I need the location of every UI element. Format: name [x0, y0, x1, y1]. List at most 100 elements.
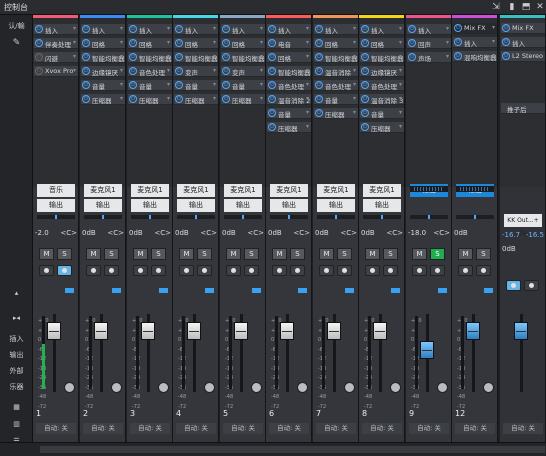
expand-icon[interactable]: ▸◂: [2, 312, 31, 325]
fader-handle[interactable]: [373, 322, 387, 340]
fader-handle[interactable]: [466, 322, 480, 340]
insert-slot[interactable]: ⏻ 音量 ▾: [221, 80, 265, 91]
output-select[interactable]: 输出: [317, 199, 355, 212]
insert-slot[interactable]: ⏻ 音色处理 ▾: [267, 80, 311, 91]
monitor-button[interactable]: [430, 265, 445, 276]
fader-handle[interactable]: [141, 322, 155, 340]
power-icon[interactable]: ⏻: [82, 95, 90, 103]
insert-slot[interactable]: ⏻ 压缩器 ▾: [174, 94, 218, 105]
solo-button[interactable]: S: [197, 248, 212, 260]
power-icon[interactable]: ⏻: [82, 67, 90, 75]
volume-value[interactable]: 0dB: [502, 245, 516, 253]
power-icon[interactable]: ⏻: [408, 25, 416, 33]
solo-button[interactable]: S: [337, 248, 352, 260]
monitor-button[interactable]: [244, 265, 259, 276]
channel-name[interactable]: 麦克风1: [177, 184, 215, 197]
volume-value[interactable]: -2.0: [35, 229, 49, 237]
bars-icon[interactable]: ▥: [2, 418, 31, 431]
insert-slot[interactable]: ⏻ 回格 ▾: [174, 38, 218, 49]
insert-slot[interactable]: ⏻ 回声 ▾: [407, 38, 451, 49]
fader-handle[interactable]: [94, 322, 108, 340]
power-icon[interactable]: ⏻: [268, 67, 276, 75]
record-button[interactable]: [179, 265, 194, 276]
power-icon[interactable]: ⏻: [82, 53, 90, 61]
insert-slot[interactable]: ⏻ 插入 ▾: [314, 24, 358, 35]
pan-value[interactable]: <C>: [60, 229, 77, 237]
pan-bar[interactable]: [270, 215, 308, 219]
automation-button[interactable]: 自动: 关: [316, 423, 356, 434]
collapse-icon[interactable]: ⇲: [490, 1, 502, 13]
scrollbar-thumb[interactable]: [40, 446, 545, 453]
insert-slot[interactable]: ⏻ 压缩器 ▾: [221, 94, 265, 105]
insert-slot[interactable]: ⏻ 回格 ▾: [267, 52, 311, 63]
power-icon[interactable]: ⏻: [82, 25, 90, 33]
automation-button[interactable]: 自动: 关: [130, 423, 170, 434]
maximize-icon[interactable]: ⬒: [520, 1, 532, 13]
pan-value[interactable]: <C>: [340, 229, 357, 237]
pan-value[interactable]: <C>: [107, 229, 124, 237]
solo-button[interactable]: S: [383, 248, 398, 260]
post-fader-button[interactable]: 推子后: [501, 103, 545, 114]
power-icon[interactable]: ⏻: [222, 25, 230, 33]
power-icon[interactable]: ⏻: [129, 81, 137, 89]
insert-slot[interactable]: ⏻ 插入 ▾: [81, 24, 125, 35]
power-icon[interactable]: ⏻: [175, 25, 183, 33]
volume-value[interactable]: 0dB: [268, 229, 282, 237]
pan-bar[interactable]: [84, 215, 122, 219]
pan-bar[interactable]: [177, 215, 215, 219]
channel-name[interactable]: 麦克风1: [131, 184, 169, 197]
send-knob[interactable]: [158, 382, 169, 393]
pan-value[interactable]: <C>: [154, 229, 171, 237]
monitor-button[interactable]: [104, 265, 119, 276]
channel-name[interactable]: 麦克风1: [363, 184, 401, 197]
power-icon[interactable]: ⏻: [268, 25, 276, 33]
insert-slot[interactable]: ⏻ 温音消除 2 ▾: [267, 94, 311, 105]
insert-slot[interactable]: ⏻ Mix FX: [501, 23, 545, 34]
input-label[interactable]: 认/輸: [2, 20, 31, 33]
power-icon[interactable]: ⏻: [222, 67, 230, 75]
power-icon[interactable]: ⏻: [361, 67, 369, 75]
monitor-button[interactable]: [337, 265, 352, 276]
fader-handle[interactable]: [280, 322, 294, 340]
mute-button[interactable]: M: [412, 248, 427, 260]
power-icon[interactable]: ⏻: [454, 52, 462, 60]
fader-handle[interactable]: [187, 322, 201, 340]
fader-handle[interactable]: [420, 341, 434, 359]
insert-slot[interactable]: ⏻ 压缩器 ▾: [267, 122, 311, 133]
power-icon[interactable]: ⏻: [129, 25, 137, 33]
channel-name[interactable]: 麦克风1: [84, 184, 122, 197]
solo-button[interactable]: S: [57, 248, 72, 260]
pan-bar[interactable]: [363, 215, 401, 219]
insert-slot[interactable]: ⏻ 插入 ▾: [128, 24, 172, 35]
record-button[interactable]: [133, 265, 148, 276]
insert-slot[interactable]: ⏻ 压缩器 ▾: [81, 94, 125, 105]
insert-slot[interactable]: ⏻ 音量 ▾: [267, 108, 311, 119]
mute-button[interactable]: M: [319, 248, 334, 260]
power-icon[interactable]: ⏻: [502, 52, 510, 60]
output-device[interactable]: KK Out...+ 09: [504, 214, 542, 237]
solo-button[interactable]: S: [290, 248, 305, 260]
power-icon[interactable]: ⏻: [361, 53, 369, 61]
power-icon[interactable]: ⏻: [454, 24, 462, 32]
record-button[interactable]: [226, 265, 241, 276]
solo-button[interactable]: S: [476, 248, 491, 260]
power-icon[interactable]: ⏻: [222, 39, 230, 47]
mute-button[interactable]: M: [179, 248, 194, 260]
insert-slot[interactable]: ⏻ 智能均衡器 ▾: [221, 52, 265, 63]
pan-bar[interactable]: [410, 215, 448, 219]
automation-button[interactable]: 自动: 关: [503, 423, 543, 434]
insert-slot[interactable]: ⏻ 回格 ▾: [81, 38, 125, 49]
insert-slot[interactable]: ⏻ 音色处理 ▾: [314, 80, 358, 91]
insert-slot[interactable]: ⏻ L2 Stereo: [501, 51, 545, 62]
power-icon[interactable]: ⏻: [315, 25, 323, 33]
insert-slot[interactable]: ⏻ 音色处理 ▾: [128, 66, 172, 77]
power-icon[interactable]: ⏻: [82, 81, 90, 89]
record-button[interactable]: [458, 265, 473, 276]
power-icon[interactable]: ⏻: [502, 38, 510, 46]
power-icon[interactable]: ⏻: [82, 39, 90, 47]
insert-slot[interactable]: ⏻ 音色处理 ▾: [360, 80, 404, 91]
insert-slot[interactable]: ⏻ 回格 ▾: [128, 38, 172, 49]
power-icon[interactable]: ⏻: [175, 95, 183, 103]
power-icon[interactable]: ⏻: [35, 25, 43, 33]
automation-button[interactable]: 自动: 关: [223, 423, 263, 434]
